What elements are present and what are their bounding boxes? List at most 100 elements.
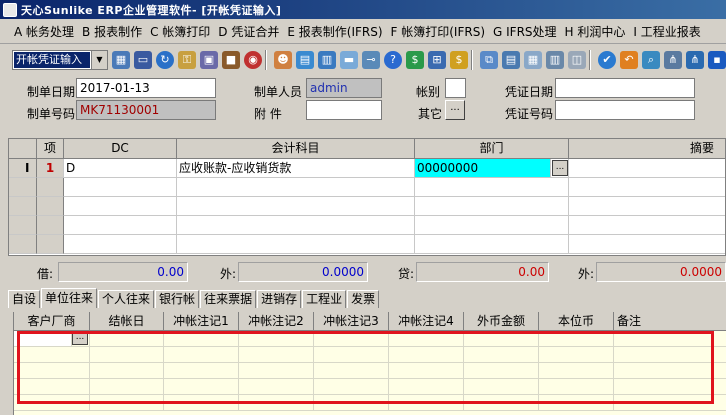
table-row[interactable] <box>14 395 726 411</box>
document-icon[interactable]: ▤ <box>296 50 314 69</box>
title-bar: 天心Sunlike ERP企业管理软件- [开帐凭证输入] <box>0 0 726 19</box>
totals-bar: 借: 0.00 外: 0.0000 贷: 0.00 外: 0.0000 <box>0 260 726 284</box>
users-icon[interactable]: ☻ <box>274 50 292 69</box>
tab-inventory[interactable]: 进销存 <box>257 290 302 308</box>
calendar-icon[interactable]: ▥ <box>546 50 564 69</box>
col-header-remark[interactable]: 备注 <box>614 312 726 331</box>
print-icon[interactable]: ▤ <box>502 50 520 69</box>
voucher-header-form: 制单日期 2017-01-13 制单号码 MK71130001 制单人员 adm… <box>0 74 726 128</box>
tab-custom[interactable]: 自设 <box>8 290 41 308</box>
voucher-no-label: 凭证号码 <box>505 107 554 121</box>
function-select[interactable]: 开帐凭证输入 ▼ <box>12 49 108 70</box>
col-header-customer[interactable]: 客户厂商 <box>14 312 90 331</box>
user-field[interactable]: admin <box>306 78 382 98</box>
coin-icon[interactable]: $ <box>450 50 468 69</box>
image-icon[interactable]: ▣ <box>200 50 218 69</box>
customer-lookup-button[interactable]: ... <box>72 331 88 345</box>
menu-ledger-print-ifrs[interactable]: F 帐簿打印(IFRS) <box>387 23 489 40</box>
table-row[interactable] <box>14 379 726 395</box>
col-header-item[interactable]: 项 <box>37 139 64 159</box>
col-header-base-currency[interactable]: 本位币 <box>539 312 614 331</box>
col-header-fx-amount[interactable]: 外币金额 <box>464 312 539 331</box>
dept-cell[interactable]: 00000000 <box>415 159 551 178</box>
col-header-dept[interactable]: 部门 <box>415 139 569 159</box>
search-icon[interactable]: ⌕ <box>642 50 660 69</box>
copy-icon[interactable]: ⧉ <box>480 50 498 69</box>
col-header-offset-3[interactable]: 冲帐注记3 <box>314 312 389 331</box>
voucher-grid: 项 DC 会计科目 部门 摘要 I 1 D 应收账款-应收销货款 0000000… <box>8 138 726 256</box>
check-icon[interactable]: ✔ <box>598 50 616 69</box>
debit-total: 0.00 <box>58 262 188 282</box>
attach-field[interactable] <box>306 100 382 120</box>
col-header-dc[interactable]: DC <box>64 139 177 159</box>
tree-icon[interactable]: ⋔ <box>664 50 682 69</box>
menu-ifrs-processing[interactable]: G IFRS处理 <box>489 23 561 40</box>
customer-cell[interactable] <box>14 331 72 347</box>
tab-engineering[interactable]: 工程业 <box>302 290 347 308</box>
tab-unit-accounts[interactable]: 单位往来 <box>41 288 98 308</box>
toolbar-separator <box>265 49 267 70</box>
card-icon[interactable]: ▬ <box>340 50 358 69</box>
network-icon[interactable]: ⋔ <box>686 50 704 69</box>
monitor-icon[interactable]: ▭ <box>134 50 152 69</box>
col-header-offset-2[interactable]: 冲帐注记2 <box>239 312 314 331</box>
menu-report-ifrs[interactable]: E 报表制作(IFRS) <box>283 23 386 40</box>
tab-notes[interactable]: 往来票据 <box>200 290 257 308</box>
col-header-memo[interactable]: 摘要 <box>569 139 725 159</box>
col-header-settle-date[interactable]: 结帐日 <box>90 312 164 331</box>
voucher-date-field[interactable] <box>555 78 695 98</box>
grid-icon[interactable]: ▦ <box>112 50 130 69</box>
lock-icon[interactable]: ⚿ <box>178 50 196 69</box>
key-icon[interactable]: ⊸ <box>362 50 380 69</box>
text-cursor-icon: I <box>9 159 37 178</box>
help-icon[interactable]: ? <box>384 50 402 69</box>
dept-lookup-button[interactable]: ... <box>552 160 568 176</box>
tab-bank-accounts[interactable]: 银行帐 <box>155 290 200 308</box>
tab-personal-accounts[interactable]: 个人往来 <box>98 290 155 308</box>
menu-voucher-merge[interactable]: D 凭证合并 <box>214 23 283 40</box>
menu-profit-center[interactable]: H 利润中心 <box>561 23 630 40</box>
menu-accounting[interactable]: A 帐务处理 <box>10 23 78 40</box>
memo-cell[interactable] <box>569 159 725 178</box>
save-icon[interactable]: ▪ <box>708 50 726 69</box>
number-label: 制单号码 <box>27 107 76 121</box>
date-label: 制单日期 <box>27 85 76 99</box>
table-row[interactable]: ... <box>14 331 726 347</box>
book-icon[interactable]: ▥ <box>318 50 336 69</box>
date-field[interactable]: 2017-01-13 <box>76 78 216 98</box>
voucher-no-field[interactable] <box>555 100 695 120</box>
table-row[interactable] <box>14 363 726 379</box>
table-row[interactable] <box>9 178 725 197</box>
table-row[interactable] <box>14 347 726 363</box>
briefcase-icon[interactable]: ■ <box>222 50 240 69</box>
number-field[interactable]: MK71130001 <box>76 100 216 120</box>
menu-engineering-reports[interactable]: I 工程业报表 <box>629 23 704 40</box>
menu-ledger-print[interactable]: C 帐簿打印 <box>146 23 214 40</box>
table-row[interactable] <box>9 197 725 216</box>
other-button[interactable]: ... <box>445 100 465 120</box>
table-row[interactable] <box>9 216 725 235</box>
user-label: 制单人员 <box>254 85 303 99</box>
voucher-grid-header: 项 DC 会计科目 部门 摘要 <box>9 139 725 159</box>
money-icon[interactable]: $ <box>406 50 424 69</box>
tab-invoice[interactable]: 发票 <box>347 290 380 308</box>
menu-report-making[interactable]: B 报表制作 <box>78 23 146 40</box>
globe-icon[interactable]: ◉ <box>244 50 262 69</box>
chevron-down-icon[interactable]: ▼ <box>91 50 107 69</box>
col-header-offset-1[interactable]: 冲帐注记1 <box>164 312 239 331</box>
debit-label: 借: <box>37 267 54 281</box>
dc-cell[interactable]: D <box>64 159 177 178</box>
preview-icon[interactable]: ◫ <box>568 50 586 69</box>
table-row[interactable]: I 1 D 应收账款-应收销货款 00000000 ... <box>9 159 725 178</box>
col-header-account[interactable]: 会计科目 <box>177 139 415 159</box>
col-header-offset-4[interactable]: 冲帐注记4 <box>389 312 464 331</box>
other-label: 其它 <box>418 107 443 121</box>
account-cell[interactable]: 应收账款-应收销货款 <box>177 159 415 178</box>
undo-icon[interactable]: ↶ <box>620 50 638 69</box>
customer-cell-button-wrap: ... <box>72 331 90 347</box>
table-row[interactable] <box>9 235 725 254</box>
cart-icon[interactable]: ⊞ <box>428 50 446 69</box>
refresh-icon[interactable]: ↻ <box>156 50 174 69</box>
table-icon[interactable]: ▦ <box>524 50 542 69</box>
book-field[interactable] <box>445 78 466 98</box>
